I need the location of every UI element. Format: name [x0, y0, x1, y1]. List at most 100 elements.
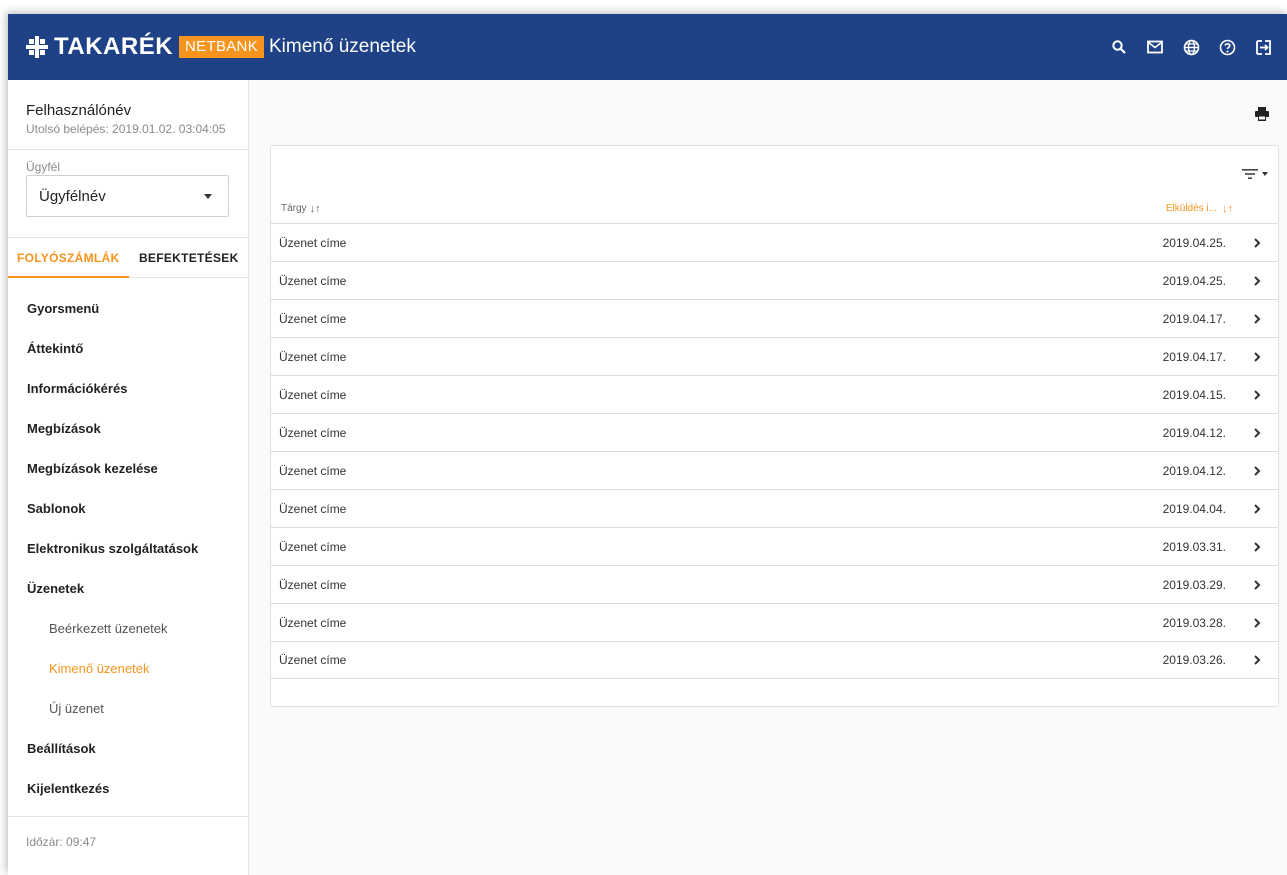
brand-name: TAKARÉK	[54, 33, 174, 60]
row-date: 2019.04.17.	[1162, 349, 1226, 364]
row-date: 2019.03.31.	[1162, 539, 1226, 554]
row-subject: Üzenet címe	[279, 539, 347, 554]
chevron-right-icon	[1254, 389, 1261, 400]
row-subject: Üzenet címe	[279, 273, 347, 288]
page-title: Kimenő üzenetek	[269, 36, 416, 57]
chevron-right-icon	[1254, 465, 1261, 476]
table-row[interactable]: Üzenet címe 2019.04.17.	[271, 337, 1278, 375]
sidebar-item-kijelentkezes[interactable]: Kijelentkezés	[8, 768, 249, 808]
chevron-right-icon	[1254, 427, 1261, 438]
client-select[interactable]: Ügyfélnév	[26, 175, 229, 217]
account-tabs: FOLYÓSZÁMLÁK BEFEKTETÉSEK	[8, 238, 249, 278]
sidebar-item-uzenetek[interactable]: Üzenetek	[8, 568, 249, 608]
tab-befektetesek[interactable]: BEFEKTETÉSEK	[129, 238, 250, 277]
sidebar-item-sablonok[interactable]: Sablonok	[8, 488, 249, 528]
sidebar-item-megbizasok-kezelese[interactable]: Megbízások kezelése	[8, 448, 249, 488]
row-subject: Üzenet címe	[279, 653, 347, 667]
row-date: 2019.04.15.	[1162, 387, 1226, 402]
row-date: 2019.03.29.	[1162, 577, 1226, 592]
row-subject: Üzenet címe	[279, 349, 347, 364]
row-date: 2019.04.04.	[1162, 501, 1226, 516]
row-subject: Üzenet címe	[279, 311, 347, 326]
username: Felhasználónév	[26, 102, 132, 119]
help-icon[interactable]	[1209, 34, 1245, 60]
row-subject: Üzenet címe	[279, 463, 347, 478]
sort-icon: ↓↑	[1222, 202, 1233, 215]
chevron-right-icon	[1254, 351, 1261, 362]
session-timer: Időzár: 09:47	[26, 835, 97, 849]
globe-icon[interactable]	[1173, 34, 1209, 60]
row-date: 2019.04.12.	[1162, 463, 1226, 478]
table-row[interactable]: Üzenet címe 2019.04.12.	[271, 413, 1278, 451]
messages-card: Tárgy ↓↑ Elküldés i... ↓↑ Üzenet címe 201…	[270, 145, 1279, 707]
table-row[interactable]: Üzenet címe 2019.04.25.	[271, 223, 1278, 261]
top-bar: TAKARÉK NETBANK Kimenő üzenetek	[8, 14, 1287, 80]
row-date: 2019.04.17.	[1162, 311, 1226, 326]
column-header-subject-label: Tárgy	[281, 203, 307, 214]
column-header-subject[interactable]: Tárgy ↓↑	[281, 203, 321, 214]
row-date: 2019.03.26.	[1162, 653, 1226, 667]
sidebar-item-kimeno-uzenetek[interactable]: Kimenő üzenetek	[8, 648, 249, 688]
filter-icon	[1242, 169, 1258, 179]
filter-button[interactable]	[1242, 168, 1268, 180]
logo[interactable]: TAKARÉK NETBANK	[26, 34, 264, 60]
table-row[interactable]: Üzenet címe 2019.04.12.	[271, 451, 1278, 489]
column-header-date[interactable]: Elküldés i... ↓↑	[1166, 203, 1233, 214]
sidebar: Felhasználónév Utolsó belépés: 2019.01.0…	[8, 80, 249, 875]
logout-icon[interactable]	[1245, 34, 1281, 60]
search-icon[interactable]	[1101, 34, 1137, 60]
app-window: TAKARÉK NETBANK Kimenő üzenetek Felhaszn…	[8, 14, 1287, 875]
row-subject: Üzenet címe	[279, 501, 347, 516]
table-row[interactable]: Üzenet címe 2019.04.25.	[271, 261, 1278, 299]
print-icon[interactable]	[1254, 106, 1276, 126]
sidebar-item-gyorsmenu[interactable]: Gyorsmenü	[8, 288, 249, 328]
table-row[interactable]: Üzenet címe 2019.04.15.	[271, 375, 1278, 413]
sidebar-item-megbizasok[interactable]: Megbízások	[8, 408, 249, 448]
last-login: Utolsó belépés: 2019.01.02. 03:04:05	[26, 122, 226, 136]
table-row[interactable]: Üzenet címe 2019.04.04.	[271, 489, 1278, 527]
sidebar-item-informaciokeres[interactable]: Információkérés	[8, 368, 249, 408]
mail-icon[interactable]	[1137, 34, 1173, 60]
sidebar-menu: Gyorsmenü Áttekintő Információkérés Megb…	[8, 288, 249, 808]
chevron-right-icon	[1254, 503, 1261, 514]
chevron-right-icon	[1254, 617, 1261, 628]
client-label: Ügyfél	[26, 160, 61, 174]
row-date: 2019.04.25.	[1162, 273, 1226, 288]
tab-folyoszamlak[interactable]: FOLYÓSZÁMLÁK	[8, 238, 129, 278]
messages-table: Üzenet címe 2019.04.25. Üzenet címe 2019.0…	[271, 223, 1278, 679]
row-subject: Üzenet címe	[279, 615, 347, 630]
sidebar-item-attekinto[interactable]: Áttekintő	[8, 328, 249, 368]
row-subject: Üzenet címe	[279, 577, 347, 592]
brand-badge: NETBANK	[179, 36, 264, 58]
divider	[8, 816, 249, 817]
chevron-right-icon	[1254, 275, 1261, 286]
chevron-right-icon	[1254, 237, 1261, 248]
table-row[interactable]: Üzenet címe 2019.03.31.	[271, 527, 1278, 565]
chevron-right-icon	[1254, 655, 1261, 665]
sidebar-item-beallitasok[interactable]: Beállítások	[8, 728, 249, 768]
client-select-value: Ügyfélnév	[39, 187, 106, 205]
table-row[interactable]: Üzenet címe 2019.03.26.	[271, 641, 1278, 679]
row-subject: Üzenet címe	[279, 235, 347, 250]
takarek-logo-icon	[26, 36, 48, 58]
divider	[8, 149, 249, 150]
caret-down-icon	[1262, 172, 1268, 176]
chevron-right-icon	[1254, 579, 1261, 590]
table-row[interactable]: Üzenet címe 2019.03.29.	[271, 565, 1278, 603]
row-date: 2019.03.28.	[1162, 615, 1226, 630]
caret-down-icon	[204, 193, 212, 199]
sidebar-item-beerkezett-uzenetek[interactable]: Beérkezett üzenetek	[8, 608, 249, 648]
row-date: 2019.04.12.	[1162, 425, 1226, 440]
chevron-right-icon	[1254, 541, 1261, 552]
sidebar-item-elektronikus-szolgaltatasok[interactable]: Elektronikus szolgáltatások	[8, 528, 249, 568]
sidebar-item-uj-uzenet[interactable]: Új üzenet	[8, 688, 249, 728]
table-row[interactable]: Üzenet címe 2019.04.17.	[271, 299, 1278, 337]
row-subject: Üzenet címe	[279, 387, 347, 402]
row-date: 2019.04.25.	[1162, 235, 1226, 250]
chevron-right-icon	[1254, 313, 1261, 324]
sort-icon: ↓↑	[309, 202, 321, 215]
header-actions	[1101, 34, 1281, 60]
table-row[interactable]: Üzenet címe 2019.03.28.	[271, 603, 1278, 641]
row-subject: Üzenet címe	[279, 425, 347, 440]
column-header-date-label: Elküldés i...	[1165, 203, 1217, 214]
